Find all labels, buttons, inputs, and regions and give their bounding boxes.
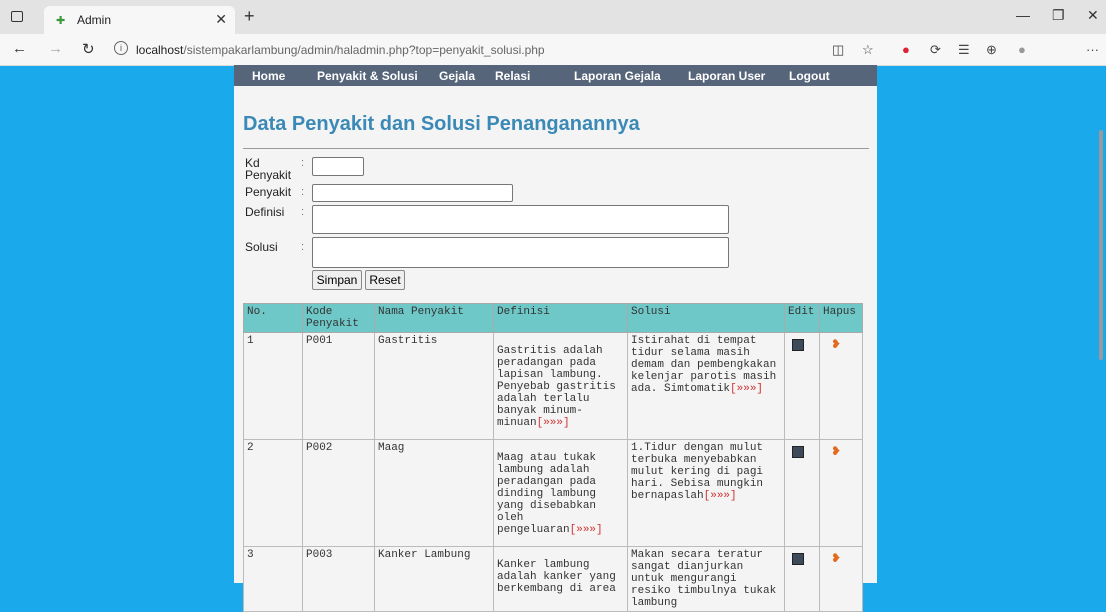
restore-icon[interactable]: ❐ — [1052, 7, 1065, 24]
forward-icon[interactable]: → — [48, 40, 63, 57]
definisi-text: Kanker lambung adalah kanker yang berkem… — [497, 559, 616, 595]
menu-home[interactable]: Home — [252, 69, 285, 83]
page-title: Data Penyakit dan Solusi Penanganannya — [243, 113, 640, 135]
admin-page: Home Penyakit & Solusi Gejala Relasi Lap… — [234, 65, 877, 612]
favorites-icon[interactable]: ☰ — [958, 42, 970, 58]
solusi-label: Solusi — [245, 240, 278, 254]
more-link[interactable]: [»»»] — [537, 417, 570, 429]
solusi-textarea[interactable] — [312, 237, 729, 268]
row-solusi: Makan secara teratur sangat dianjurkan u… — [627, 546, 785, 612]
table-row: 3 P003 Kanker Lambung Kanker lambung ada… — [243, 546, 863, 612]
colon: : — [301, 206, 305, 218]
row-kode: P001 — [302, 332, 375, 440]
penyakit-table: No. Kode Penyakit Nama Penyakit Definisi… — [243, 303, 863, 612]
row-kode: P002 — [302, 439, 375, 547]
browser-tab-bar: ✚ Admin ✕ + — ❐ ✕ — [0, 0, 1106, 34]
row-hapus: ❥ — [819, 439, 863, 547]
row-definisi: Gastritis adalah peradangan pada lapisan… — [493, 332, 628, 440]
favicon-icon: ✚ — [56, 15, 66, 27]
delete-icon[interactable]: ❥ — [831, 551, 841, 566]
menu-relasi[interactable]: Relasi — [495, 69, 530, 83]
extension-icon[interactable]: ● — [902, 42, 910, 57]
window-close-icon[interactable]: ✕ — [1087, 7, 1099, 24]
menu-penyakit-solusi[interactable]: Penyakit & Solusi — [317, 69, 418, 83]
row-nama: Kanker Lambung — [374, 546, 494, 612]
address-bar: ← → ↻ i localhost/sistempakarlambung/adm… — [0, 34, 1106, 66]
row-nama: Maag — [374, 439, 494, 547]
definisi-label: Definisi — [245, 205, 285, 219]
row-definisi: Maag atau tukak lambung adalah peradanga… — [493, 439, 628, 547]
solusi-text: Makan secara teratur sangat dianjurkan u… — [631, 549, 777, 609]
th-no: No. — [243, 303, 303, 333]
row-solusi: 1.Tidur dengan mulut terbuka menyebabkan… — [627, 439, 785, 547]
browser-tab[interactable]: ✚ Admin ✕ — [44, 6, 235, 34]
simpan-button[interactable]: Simpan — [312, 270, 362, 290]
read-aloud-icon[interactable]: ◫ — [832, 42, 844, 58]
top-menu: Home Penyakit & Solusi Gejala Relasi Lap… — [234, 65, 877, 86]
menu-gejala[interactable]: Gejala — [439, 69, 475, 83]
row-solusi: Istirahat di tempat tidur selama masih d… — [627, 332, 785, 440]
menu-laporan-user[interactable]: Laporan User — [688, 69, 765, 83]
url-host: localhost — [136, 43, 184, 57]
url-field[interactable]: localhost/sistempakarlambung/admin/halad… — [136, 43, 545, 57]
solusi-text: 1.Tidur dengan mulut terbuka menyebabkan… — [631, 442, 764, 502]
th-solusi: Solusi — [627, 303, 785, 333]
row-edit — [784, 332, 820, 440]
row-no: 1 — [243, 332, 303, 440]
table-row: 2 P002 Maag Maag atau tukak lambung adal… — [243, 439, 863, 547]
collections-icon[interactable]: ⊕ — [986, 42, 997, 58]
row-hapus: ❥ — [819, 546, 863, 612]
colon: : — [301, 186, 305, 198]
profile-avatar-icon[interactable]: ● — [1018, 42, 1026, 57]
row-edit — [784, 439, 820, 547]
row-nama: Gastritis — [374, 332, 494, 440]
refresh-icon[interactable]: ↻ — [82, 40, 95, 58]
th-kode: Kode Penyakit — [302, 303, 375, 333]
edit-icon[interactable] — [792, 446, 804, 458]
favorite-star-icon[interactable]: ☆ — [862, 42, 874, 58]
colon: : — [301, 157, 305, 169]
table-header-row: No. Kode Penyakit Nama Penyakit Definisi… — [243, 303, 863, 333]
th-nama: Nama Penyakit — [374, 303, 494, 333]
more-link[interactable]: [»»»] — [730, 383, 763, 395]
colon: : — [301, 241, 305, 253]
penyakit-input[interactable] — [312, 184, 513, 202]
new-tab-icon[interactable]: + — [244, 6, 255, 27]
row-kode: P003 — [302, 546, 375, 612]
edit-icon[interactable] — [792, 553, 804, 565]
th-edit: Edit — [784, 303, 820, 333]
edit-icon[interactable] — [792, 339, 804, 351]
url-path: /sistempakarlambung/admin/haladmin.php?t… — [183, 43, 545, 57]
minimize-icon[interactable]: — — [1016, 7, 1030, 23]
row-no: 2 — [243, 439, 303, 547]
menu-logout[interactable]: Logout — [789, 69, 830, 83]
extensions-puzzle-icon[interactable]: ⟳ — [930, 42, 941, 58]
tab-title: Admin — [77, 13, 112, 27]
back-icon[interactable]: ← — [12, 40, 27, 57]
th-definisi: Definisi — [493, 303, 628, 333]
delete-icon[interactable]: ❥ — [831, 444, 841, 459]
table-row: 1 P001 Gastritis Gastritis adalah perada… — [243, 332, 863, 440]
row-edit — [784, 546, 820, 612]
delete-icon[interactable]: ❥ — [831, 337, 841, 352]
more-link[interactable]: [»»»] — [704, 490, 737, 502]
more-link[interactable]: [»»»] — [570, 524, 603, 536]
reset-button[interactable]: Reset — [365, 270, 405, 290]
kd-penyakit-input[interactable] — [312, 157, 364, 176]
kd-penyakit-label: Kd Penyakit — [245, 156, 292, 182]
info-icon[interactable]: i — [114, 41, 128, 55]
definisi-textarea[interactable] — [312, 205, 729, 234]
tab-actions-icon[interactable] — [11, 11, 23, 22]
tab-close-icon[interactable]: ✕ — [215, 11, 227, 28]
menu-laporan-gejala[interactable]: Laporan Gejala — [574, 69, 661, 83]
th-hapus: Hapus — [819, 303, 863, 333]
row-no: 3 — [243, 546, 303, 612]
row-definisi: Kanker lambung adalah kanker yang berkem… — [493, 546, 628, 612]
divider — [243, 148, 869, 149]
page-scrollbar[interactable] — [1099, 130, 1103, 360]
penyakit-label: Penyakit — [245, 185, 292, 199]
more-menu-icon[interactable]: ··· — [1086, 42, 1099, 57]
row-hapus: ❥ — [819, 332, 863, 440]
